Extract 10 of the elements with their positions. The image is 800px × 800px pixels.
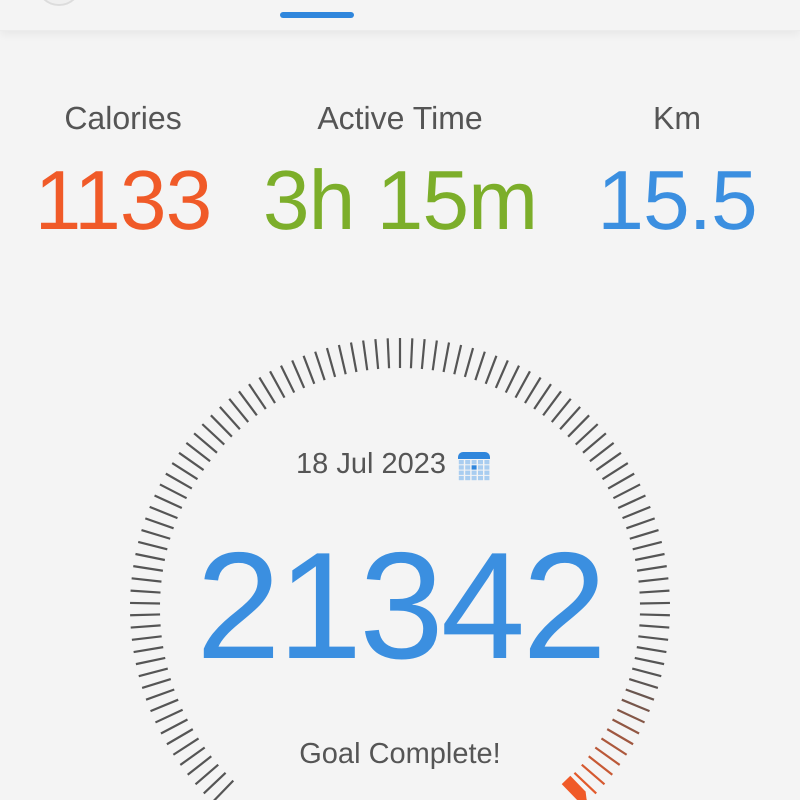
goal-status: Goal Complete! (299, 738, 501, 771)
stat-label: Calories (64, 99, 182, 138)
stat-value: 3h 15m (262, 152, 538, 248)
stat-value: 1133 (34, 152, 212, 248)
step-count: 21342 (196, 526, 604, 686)
progress-marker (562, 776, 587, 800)
stat-label: Active Time (317, 99, 483, 138)
stat-label: Km (653, 99, 701, 138)
stat-value: 15.5 (597, 152, 757, 248)
date-label: 18 Jul 2023 (296, 448, 446, 481)
